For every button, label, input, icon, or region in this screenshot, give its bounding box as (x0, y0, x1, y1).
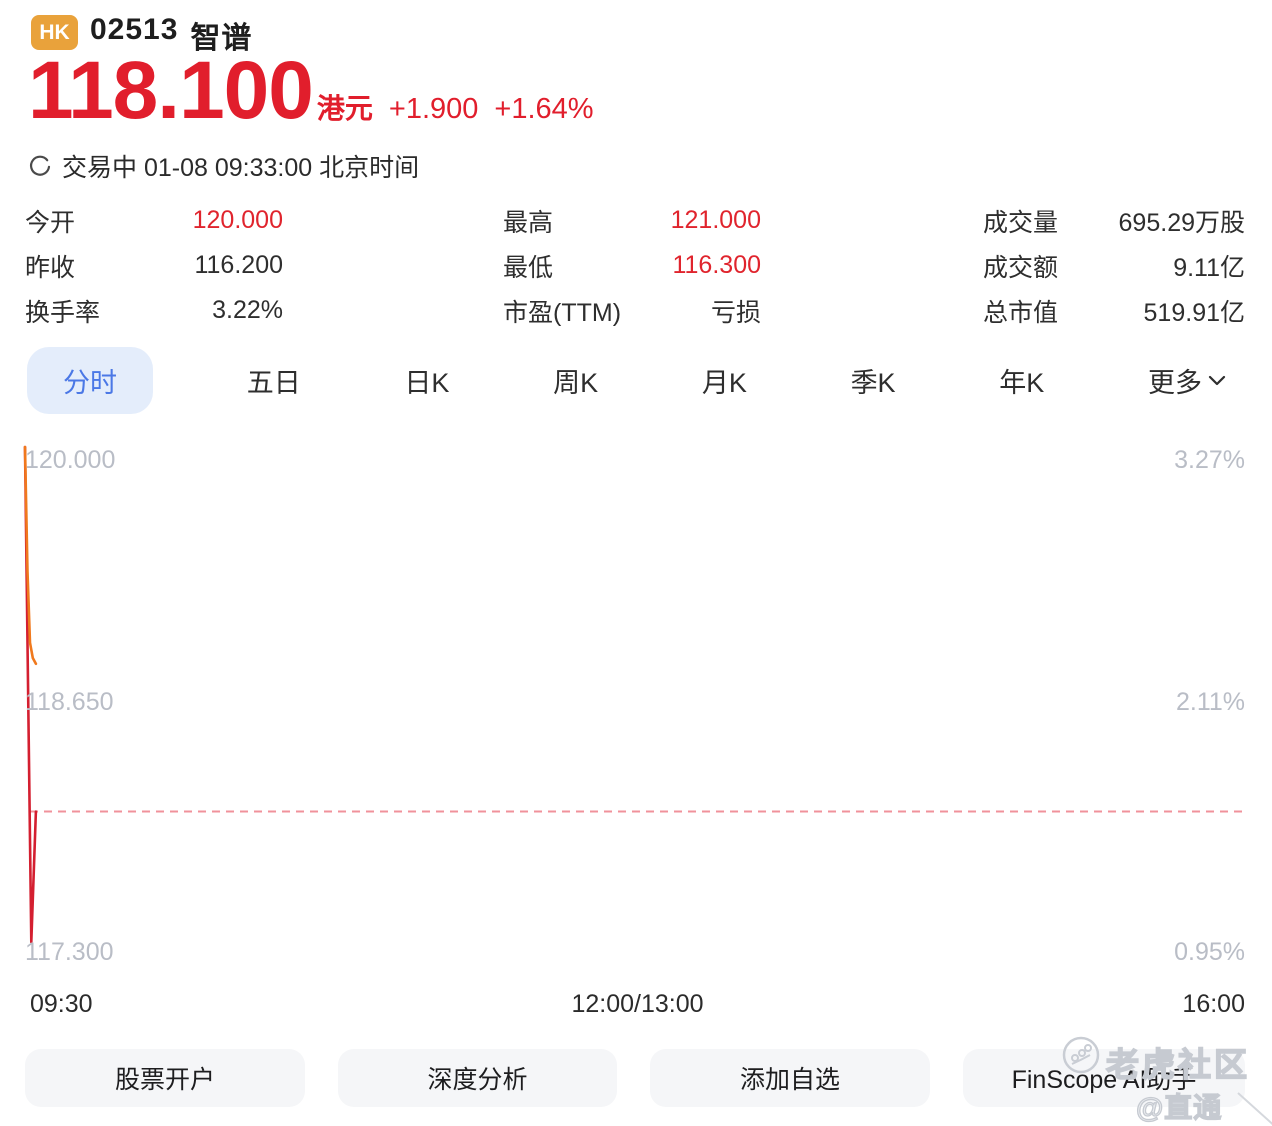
y-label-mid-right: 2.11% (1175, 688, 1245, 716)
last-price: 118.100 (28, 45, 314, 136)
stat-value: 695.29万股 (1118, 208, 1245, 237)
tab-daily-k[interactable]: 日K (394, 347, 459, 414)
chevron-down-icon (1208, 375, 1226, 385)
tab-more[interactable]: 更多 (1138, 347, 1236, 414)
tab-label: 年K (999, 367, 1045, 398)
stat-market-cap: 总市值 519.91亿 (983, 288, 1245, 333)
y-label-bottom-right: 0.95% (1174, 938, 1245, 966)
refresh-icon[interactable] (28, 154, 52, 178)
tab-quarterly-k[interactable]: 季K (841, 347, 906, 414)
stat-label: 昨收 (25, 253, 76, 282)
tiger-community-logo-icon (1062, 1036, 1100, 1074)
tab-yearly-k[interactable]: 年K (989, 347, 1054, 414)
x-label-open: 09:30 (30, 990, 93, 1018)
stat-value: 116.200 (194, 251, 283, 279)
market-status-row: 交易中 01-08 09:33:00 北京时间 (28, 148, 419, 184)
tab-label: 季K (850, 367, 896, 398)
y-label-top-right: 3.27% (1174, 446, 1245, 474)
stat-label: 最低 (503, 253, 554, 282)
stat-value: 3.22% (212, 296, 283, 324)
stats-column-1: 今开 120.000 昨收 116.200 换手率 3.22% (25, 198, 283, 333)
stat-value: 亏损 (710, 298, 761, 327)
tab-label: 周K (553, 367, 599, 398)
deep-analysis-button[interactable]: 深度分析 (338, 1049, 617, 1107)
stat-label: 市盈(TTM) (503, 298, 622, 327)
price-change-percent: +1.64% (494, 93, 594, 125)
chart-period-tabs: 分时 五日 日K 周K 月K 季K 年K 更多 (0, 345, 1272, 415)
intraday-chart[interactable]: 120.000 118.650 117.300 3.27% 2.11% 0.95… (0, 430, 1272, 1030)
stat-low: 最低 116.300 (503, 243, 761, 288)
tab-weekly-k[interactable]: 周K (543, 347, 608, 414)
stat-label: 换手率 (25, 298, 101, 327)
stat-label: 成交量 (983, 208, 1059, 237)
stats-column-3: 成交量 695.29万股 成交额 9.11亿 总市值 519.91亿 (983, 198, 1245, 333)
tab-label: 月K (701, 367, 747, 398)
stat-label: 最高 (503, 208, 554, 237)
open-account-button[interactable]: 股票开户 (25, 1049, 305, 1107)
y-label-bottom-left: 117.300 (25, 938, 114, 966)
stat-open: 今开 120.000 (25, 198, 283, 243)
x-label-close: 16:00 (1182, 990, 1245, 1018)
watermark-brand: 老虎社区 (1105, 1045, 1250, 1084)
stat-label: 今开 (25, 208, 76, 237)
stat-label: 成交额 (983, 253, 1059, 282)
tab-label: 分时 (63, 367, 117, 398)
stat-value: 121.000 (670, 206, 761, 234)
tab-label: 五日 (246, 367, 301, 398)
stat-value: 9.11亿 (1173, 253, 1245, 282)
stat-amount: 成交额 9.11亿 (983, 243, 1245, 288)
stat-high: 最高 121.000 (503, 198, 761, 243)
stat-pe-ttm: 市盈(TTM) 亏损 (503, 288, 761, 333)
stats-column-2: 最高 121.000 最低 116.300 市盈(TTM) 亏损 (503, 198, 761, 333)
stat-prev-close: 昨收 116.200 (25, 243, 283, 288)
tab-monthly-k[interactable]: 月K (692, 347, 757, 414)
stat-value: 116.300 (672, 251, 761, 279)
stock-detail-page: HK 02513 智谱 118.100 港元 +1.900 +1.64% 交易中 … (0, 0, 1272, 1126)
currency-label: 港元 (316, 93, 373, 124)
stat-label: 总市值 (983, 298, 1059, 327)
y-label-mid-left: 118.650 (25, 688, 114, 716)
y-label-top-left: 120.000 (25, 446, 116, 474)
stat-value: 120.000 (192, 206, 283, 234)
add-watchlist-button[interactable]: 添加自选 (650, 1049, 930, 1107)
tab-five-day[interactable]: 五日 (237, 347, 311, 414)
stat-value: 519.91亿 (1143, 298, 1245, 327)
chart-canvas (23, 445, 1245, 944)
tab-label: 日K (404, 367, 450, 398)
price-change: +1.900 (388, 93, 479, 125)
tab-minute[interactable]: 分时 (27, 346, 153, 414)
x-label-noon: 12:00/13:00 (571, 990, 704, 1018)
stat-turnover-rate: 换手率 3.22% (25, 288, 283, 333)
tab-label: 更多 (1148, 367, 1202, 398)
market-status-text: 交易中 01-08 09:33:00 北京时间 (62, 154, 420, 182)
stat-volume: 成交量 695.29万股 (983, 198, 1245, 243)
price-block: 118.100 港元 +1.900 +1.64% (28, 45, 594, 136)
x-axis: 09:30 12:00/13:00 16:00 (0, 990, 1272, 1019)
